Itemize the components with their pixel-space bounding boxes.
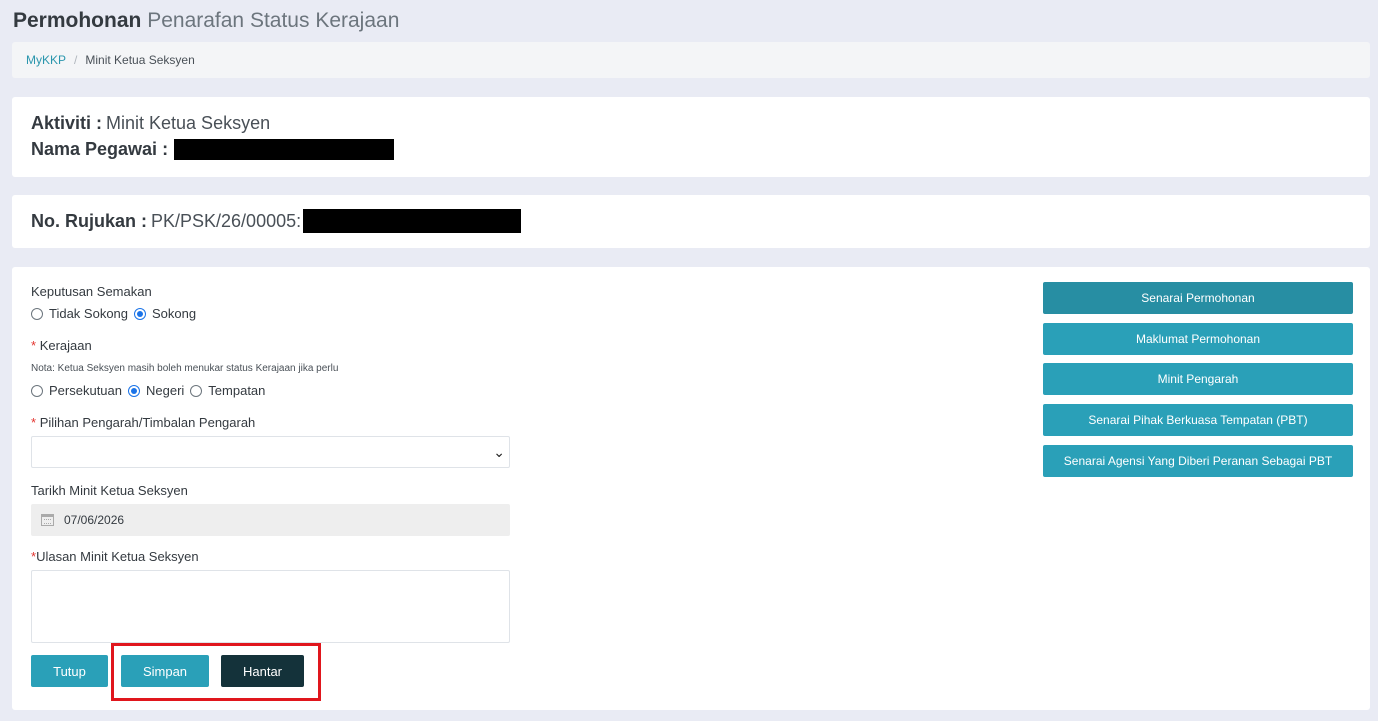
kerajaan-note: Nota: Ketua Seksyen masih boleh menukar … [31, 363, 339, 374]
radio-tempatan[interactable]: Tempatan [190, 383, 265, 398]
rujukan-value: PK/PSK/26/00005: [151, 210, 302, 231]
breadcrumb-home-link[interactable]: MyKKP [26, 53, 66, 67]
radio-sokong[interactable]: Sokong [134, 306, 196, 321]
kerajaan-radio-group: Persekutuan Negeri Tempatan [31, 383, 271, 398]
aktiviti-line: Aktiviti : Minit Ketua Seksyen [31, 113, 270, 134]
tarikh-value: 07/06/2026 [64, 513, 125, 527]
calendar-icon [41, 514, 54, 526]
keputusan-radio-group: Tidak Sokong Sokong [31, 306, 202, 321]
required-mark: * [31, 415, 37, 430]
radio-tidak-sokong[interactable]: Tidak Sokong [31, 306, 128, 321]
nama-pegawai-line: Nama Pegawai : [31, 139, 395, 160]
tutup-button[interactable]: Tutup [31, 655, 108, 687]
radio-persekutuan-label: Persekutuan [49, 383, 122, 398]
ulasan-textarea[interactable] [31, 570, 510, 643]
kerajaan-label-wrap: * Kerajaan [31, 338, 92, 353]
required-mark: * [31, 338, 37, 353]
maklumat-permohonan-button[interactable]: Maklumat Permohonan [1043, 323, 1353, 355]
aktiviti-value: Minit Ketua Seksyen [106, 113, 271, 133]
nama-pegawai-redacted [174, 139, 395, 160]
rujukan-line: No. Rujukan : PK/PSK/26/00005: [31, 209, 522, 233]
ulasan-label: Ulasan Minit Ketua Seksyen [36, 549, 199, 564]
radio-negeri[interactable]: Negeri [128, 383, 184, 398]
radio-negeri-dot[interactable] [128, 384, 140, 397]
pengarah-select[interactable]: ⌄ [31, 436, 510, 468]
breadcrumb-current: Minit Ketua Seksyen [85, 53, 195, 67]
minit-pengarah-button[interactable]: Minit Pengarah [1043, 363, 1353, 395]
annotation-highlight-box [111, 643, 321, 701]
breadcrumb: MyKKP / Minit Ketua Seksyen [12, 42, 1370, 78]
chevron-down-icon: ⌄ [493, 444, 505, 460]
aktiviti-label: Aktiviti : [31, 113, 103, 133]
tarikh-date-field[interactable]: 07/06/2026 [31, 504, 510, 536]
radio-negeri-label: Negeri [146, 383, 185, 398]
radio-persekutuan[interactable]: Persekutuan [31, 383, 122, 398]
page-title: Permohonan Penarafan Status Kerajaan [13, 9, 399, 33]
radio-tidak-sokong-label: Tidak Sokong [49, 306, 129, 321]
form-card: Keputusan Semakan Tidak Sokong Sokong * … [12, 267, 1370, 710]
page-title-bold: Permohonan [13, 9, 142, 32]
radio-persekutuan-dot[interactable] [31, 384, 43, 397]
tarikh-label: Tarikh Minit Ketua Seksyen [31, 483, 188, 498]
rujukan-label: No. Rujukan : [31, 210, 147, 231]
kerajaan-label: Kerajaan [39, 338, 92, 353]
activity-card: Aktiviti : Minit Ketua Seksyen Nama Pega… [12, 97, 1370, 177]
radio-sokong-label: Sokong [152, 306, 197, 321]
ulasan-label-wrap: *Ulasan Minit Ketua Seksyen [31, 549, 199, 564]
radio-tempatan-dot[interactable] [190, 384, 203, 397]
radio-tidak-sokong-dot[interactable] [31, 307, 43, 320]
keputusan-label: Keputusan Semakan [31, 284, 152, 299]
pengarah-label-wrap: * Pilihan Pengarah/Timbalan Pengarah [31, 415, 255, 430]
radio-tempatan-label: Tempatan [208, 383, 266, 398]
rujukan-redacted [303, 209, 522, 233]
page-title-light: Penarafan Status Kerajaan [147, 9, 400, 32]
radio-sokong-dot[interactable] [134, 307, 147, 320]
senarai-agensi-button[interactable]: Senarai Agensi Yang Diberi Peranan Sebag… [1043, 445, 1353, 477]
senarai-permohonan-button[interactable]: Senarai Permohonan [1043, 282, 1353, 314]
nama-pegawai-label: Nama Pegawai : [31, 139, 169, 159]
breadcrumb-separator: / [74, 53, 78, 67]
pengarah-label: Pilihan Pengarah/Timbalan Pengarah [39, 415, 256, 430]
reference-card: No. Rujukan : PK/PSK/26/00005: [12, 195, 1370, 248]
senarai-pbt-button[interactable]: Senarai Pihak Berkuasa Tempatan (PBT) [1043, 404, 1353, 436]
